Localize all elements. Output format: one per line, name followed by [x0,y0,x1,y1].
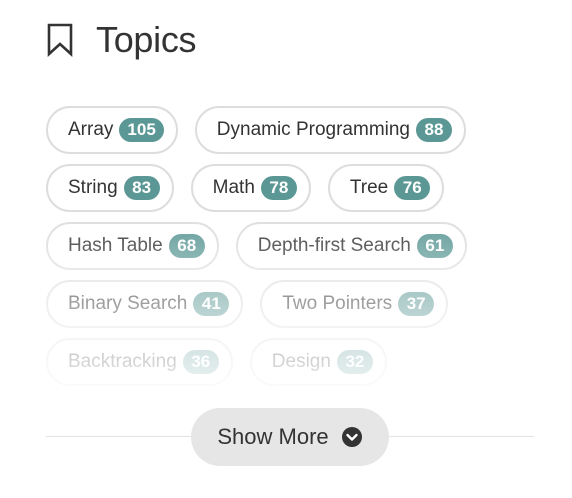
tag-count-badge: 41 [193,292,230,316]
tag-row: Array 105 Dynamic Programming 88 [46,106,546,154]
tag-array[interactable]: Array 105 [46,106,178,154]
tag-label: Binary Search [68,293,188,314]
tag-depth-first-search[interactable]: Depth-first Search 61 [235,222,467,270]
tag-row: Binary Search 41 Two Pointers 37 [46,280,546,328]
show-more-label: Show More [217,424,329,449]
tag-count-badge: 32 [336,350,373,374]
tag-row: Backtracking 36 Design 32 [46,338,546,386]
chevron-down-icon [341,427,362,447]
tag-two-pointers[interactable]: Two Pointers 37 [260,280,449,328]
tag-label: Depth-first Search [257,235,411,256]
tag-hash-table[interactable]: Hash Table 68 [46,222,219,270]
tag-label: Hash Table [68,235,163,256]
page-title: Topics [96,19,197,60]
tag-count-badge: 83 [123,176,160,200]
topics-header: Topics [46,18,197,62]
tag-design[interactable]: Design 32 [249,338,387,386]
tag-label: Math [212,177,255,198]
tag-dynamic-programming[interactable]: Dynamic Programming 88 [194,106,467,154]
topics-panel: Topics Array 105 Dynamic Programming 88 … [0,0,572,498]
tag-count-badge: 78 [260,176,297,200]
tag-math[interactable]: Math 78 [190,164,311,212]
topic-tag-list: Array 105 Dynamic Programming 88 String … [46,106,546,396]
show-more-button[interactable]: Show More [191,408,389,466]
tag-label: Dynamic Programming [216,119,411,140]
tag-label: Design [271,351,331,372]
tag-tree[interactable]: Tree 76 [327,164,445,212]
tag-count-badge: 88 [416,118,453,142]
tag-label: Array [68,119,114,140]
tag-string[interactable]: String 83 [46,164,174,212]
bookmark-icon [47,23,73,57]
tag-backtracking[interactable]: Backtracking 36 [46,338,233,386]
tag-label: Backtracking [68,351,177,372]
show-more-footer: Show More [46,408,534,466]
tag-label: Tree [349,177,389,198]
tag-row: Hash Table 68 Depth-first Search 61 [46,222,546,270]
tag-count-badge: 36 [182,350,219,374]
tag-count-badge: 37 [398,292,435,316]
tag-count-badge: 68 [168,234,205,258]
tag-count-badge: 105 [119,118,164,142]
tag-binary-search[interactable]: Binary Search 41 [46,280,244,328]
tag-count-badge: 61 [416,234,453,258]
tag-label: Two Pointers [282,293,393,314]
tag-count-badge: 76 [394,176,431,200]
tag-label: String [68,177,118,198]
tag-row: String 83 Math 78 Tree 76 [46,164,546,212]
